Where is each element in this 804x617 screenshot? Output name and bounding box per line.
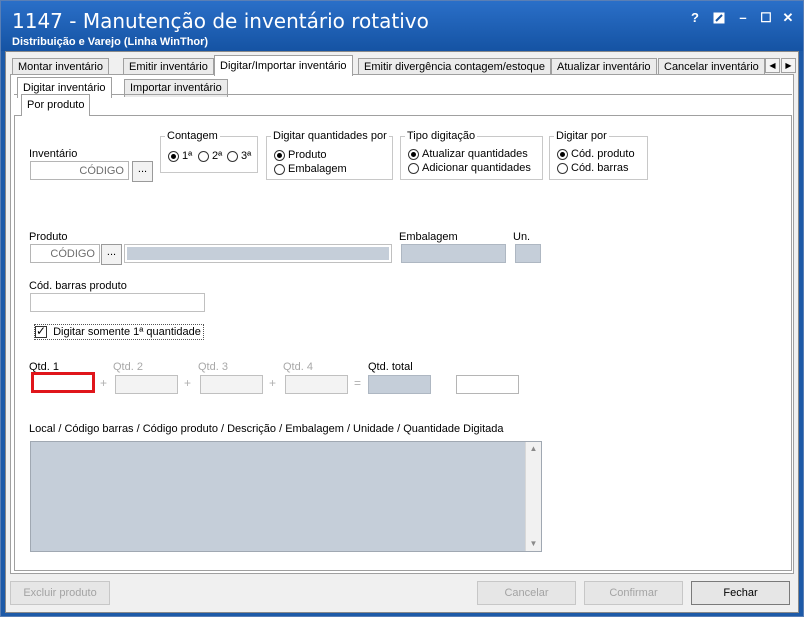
equals-sign: = bbox=[354, 376, 362, 390]
inventario-label: Inventário bbox=[29, 148, 78, 160]
digitar-somente-1a-label: Digitar somente 1ª quantidade bbox=[53, 326, 201, 339]
embalagem-label: Embalagem bbox=[399, 231, 458, 243]
edit-icon[interactable] bbox=[711, 10, 727, 26]
qtd3-field[interactable] bbox=[200, 375, 263, 394]
embalagem-radio-label: Embalagem bbox=[288, 163, 347, 176]
lista-header-label: Local / Código barras / Código produto /… bbox=[29, 423, 504, 435]
button-bar: Excluir produto Cancelar Confirmar Fecha… bbox=[6, 574, 798, 612]
radio-icon bbox=[408, 148, 419, 160]
contagem-title: Contagem bbox=[165, 130, 220, 142]
produto-description-frame bbox=[124, 244, 392, 263]
fechar-button[interactable]: Fechar bbox=[691, 581, 790, 605]
por-produto-panel: Inventário CÓDIGO ... Contagem 1ª 2ª 3ª … bbox=[14, 115, 792, 571]
cod-produto-label: Cód. produto bbox=[571, 148, 635, 161]
contagem-1-label: 1ª bbox=[182, 150, 193, 163]
produto-lookup-button[interactable]: ... bbox=[101, 244, 122, 265]
digitar-quantidades-group: Digitar quantidades por Produto Embalage… bbox=[266, 130, 393, 180]
digitar-somente-1a-checkbox[interactable]: Digitar somente 1ª quantidade bbox=[34, 324, 204, 341]
title-bar: 1147 - Manutenção de inventário rotativo… bbox=[1, 1, 803, 51]
radio-icon bbox=[557, 148, 568, 160]
help-button[interactable]: ? bbox=[687, 10, 703, 26]
qtd-total-field bbox=[368, 375, 431, 394]
tab-scroll-left-icon[interactable]: ◀ bbox=[765, 58, 780, 73]
radio-icon bbox=[408, 162, 419, 174]
cancelar-button[interactable]: Cancelar bbox=[477, 581, 576, 605]
client-area: Montar inventário Emitir inventário Digi… bbox=[5, 51, 799, 613]
main-tab-strip: Montar inventário Emitir inventário Digi… bbox=[10, 55, 800, 76]
itens-list[interactable]: ▲ ▼ bbox=[30, 441, 542, 552]
qtd-total-label: Qtd. total bbox=[368, 361, 413, 373]
qtd4-field[interactable] bbox=[285, 375, 348, 394]
window-subtitle: Distribuição e Varejo (Linha WinThor) bbox=[12, 36, 209, 48]
tab-por-produto[interactable]: Por produto bbox=[21, 94, 91, 116]
produto-radio[interactable]: Produto bbox=[274, 149, 327, 161]
contagem-1-radio[interactable]: 1ª bbox=[168, 150, 192, 162]
sub-tab-divider bbox=[14, 94, 792, 96]
atualizar-quantidades-radio[interactable]: Atualizar quantidades bbox=[408, 148, 528, 160]
contagem-2-label: 2ª bbox=[212, 150, 223, 163]
digitar-importar-page: Digitar inventário Importar inventário P… bbox=[10, 74, 794, 574]
plus-sign: + bbox=[100, 376, 108, 390]
extra-field[interactable] bbox=[456, 375, 519, 394]
inventario-field[interactable]: CÓDIGO bbox=[30, 161, 129, 180]
excluir-produto-button[interactable]: Excluir produto bbox=[10, 581, 110, 605]
plus-sign: + bbox=[184, 376, 192, 390]
tipo-digitacao-group: Tipo digitação Atualizar quantidades Adi… bbox=[400, 130, 543, 180]
embalagem-radio[interactable]: Embalagem bbox=[274, 163, 347, 175]
inventario-lookup-button[interactable]: ... bbox=[132, 161, 153, 182]
digitar-quantidades-title: Digitar quantidades por bbox=[271, 130, 389, 142]
contagem-group: Contagem 1ª 2ª 3ª bbox=[160, 130, 258, 173]
cod-barras-radio[interactable]: Cód. barras bbox=[557, 162, 628, 174]
produto-description-field bbox=[127, 247, 389, 260]
qtd1-field[interactable] bbox=[31, 372, 95, 393]
scroll-up-icon[interactable]: ▲ bbox=[526, 442, 541, 456]
minimize-button[interactable]: – bbox=[735, 10, 751, 26]
checkbox-icon bbox=[35, 324, 47, 339]
tab-scroll-right-icon[interactable]: ▶ bbox=[781, 58, 796, 73]
radio-icon bbox=[274, 149, 285, 161]
close-button[interactable]: ✕ bbox=[780, 10, 796, 26]
radio-icon bbox=[227, 150, 238, 162]
digitar-por-group: Digitar por Cód. produto Cód. barras bbox=[549, 130, 648, 180]
window-title: 1147 - Manutenção de inventário rotativo bbox=[12, 9, 429, 33]
un-label: Un. bbox=[513, 231, 531, 243]
qtd2-field[interactable] bbox=[115, 375, 178, 394]
maximize-button[interactable]: ☐ bbox=[758, 10, 774, 26]
plus-sign: + bbox=[269, 376, 277, 390]
cod-produto-radio[interactable]: Cód. produto bbox=[557, 148, 635, 160]
un-field bbox=[515, 244, 541, 263]
adicionar-quantidades-radio[interactable]: Adicionar quantidades bbox=[408, 162, 531, 174]
cod-barras-produto-field[interactable] bbox=[30, 293, 205, 312]
scroll-down-icon[interactable]: ▼ bbox=[526, 537, 541, 551]
produto-label: Produto bbox=[29, 231, 68, 243]
qtd4-label: Qtd. 4 bbox=[283, 361, 313, 373]
produto-radio-label: Produto bbox=[288, 149, 327, 162]
atualizar-quantidades-label: Atualizar quantidades bbox=[422, 148, 528, 161]
tipo-digitacao-title: Tipo digitação bbox=[405, 130, 478, 142]
confirmar-button[interactable]: Confirmar bbox=[584, 581, 683, 605]
contagem-2-radio[interactable]: 2ª bbox=[198, 150, 222, 162]
contagem-3-radio[interactable]: 3ª bbox=[227, 150, 251, 162]
cod-barras-produto-label: Cód. barras produto bbox=[29, 280, 127, 292]
list-scrollbar[interactable]: ▲ ▼ bbox=[525, 442, 541, 551]
embalagem-field bbox=[401, 244, 506, 263]
produto-code-field[interactable]: CÓDIGO bbox=[30, 244, 100, 263]
digitar-por-title: Digitar por bbox=[554, 130, 609, 142]
qtd2-label: Qtd. 2 bbox=[113, 361, 143, 373]
qtd3-label: Qtd. 3 bbox=[198, 361, 228, 373]
radio-icon bbox=[198, 150, 209, 162]
radio-icon bbox=[557, 162, 568, 174]
cod-barras-label: Cód. barras bbox=[571, 162, 629, 175]
radio-icon bbox=[168, 150, 179, 162]
contagem-3-label: 3ª bbox=[241, 150, 252, 163]
main-window: 1147 - Manutenção de inventário rotativo… bbox=[0, 0, 804, 617]
adicionar-quantidades-label: Adicionar quantidades bbox=[422, 162, 531, 175]
tab-digitar-importar[interactable]: Digitar/Importar inventário bbox=[214, 55, 353, 76]
radio-icon bbox=[274, 163, 285, 175]
